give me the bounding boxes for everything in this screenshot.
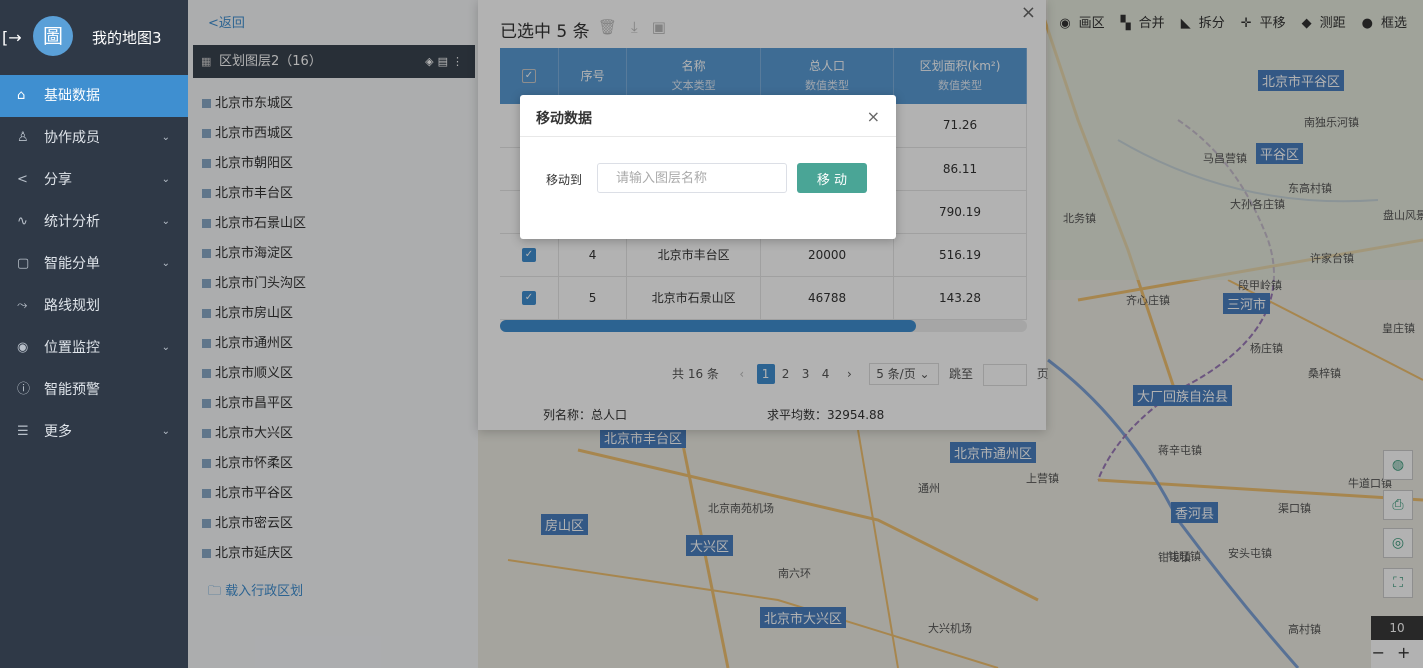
move-button[interactable]: 移 动 — [797, 163, 867, 193]
nav-label: 智能分单 — [44, 256, 100, 272]
chevron-down-icon: ⌄ — [161, 342, 170, 353]
nav-item-0[interactable]: ⌂ 基础数据 — [0, 75, 188, 117]
nav-item-3[interactable]: ∿ 统计分析 ⌄ — [0, 201, 188, 243]
nav-item-5[interactable]: ⤳ 路线规划 — [0, 285, 188, 327]
nav-icon: ⤳ — [17, 298, 28, 313]
close-icon[interactable]: × — [867, 107, 880, 126]
layer-name-input[interactable] — [597, 163, 787, 193]
nav-label: 分享 — [44, 172, 72, 188]
nav-icon: ♙ — [17, 130, 29, 145]
nav-icon: ▢ — [17, 256, 30, 271]
nav-icon: ◉ — [17, 340, 29, 355]
chevron-down-icon: ⌄ — [161, 132, 170, 143]
move-dialog-title: 移动数据 — [536, 111, 592, 127]
nav-header: [→ 圖 我的地图3 — [0, 0, 188, 75]
app-title: 我的地图3 — [92, 29, 162, 47]
nav-label: 协作成员 — [44, 130, 100, 146]
app-logo: 圖 — [33, 16, 73, 56]
chevron-down-icon: ⌄ — [161, 174, 170, 185]
nav-icon: ⌂ — [17, 88, 26, 103]
nav-item-8[interactable]: ☰ 更多 ⌄ — [0, 411, 188, 453]
nav-item-4[interactable]: ▢ 智能分单 ⌄ — [0, 243, 188, 285]
nav-icon: < — [17, 172, 28, 187]
nav-item-6[interactable]: ◉ 位置监控 ⌄ — [0, 327, 188, 369]
exit-icon[interactable]: [→ — [2, 28, 22, 47]
nav-item-2[interactable]: < 分享 ⌄ — [0, 159, 188, 201]
chevron-down-icon: ⌄ — [161, 216, 170, 227]
nav-item-7[interactable]: ⓘ 智能预警 — [0, 369, 188, 411]
nav-icon: ∿ — [17, 214, 28, 229]
nav-items: ⌂ 基础数据 ♙ 协作成员 ⌄ < 分享 ⌄ ∿ 统计分析 ⌄ ▢ 智能分单 ⌄ ⤳ 路线规划 ◉ 位置监控 ⌄ ⓘ 智… — [0, 75, 188, 453]
nav-label: 路线规划 — [44, 298, 100, 314]
move-dialog-header: 移动数据 × — [520, 95, 896, 137]
nav-label: 位置监控 — [44, 340, 100, 356]
nav-label: 更多 — [44, 424, 72, 440]
nav-icon: ☰ — [17, 424, 29, 439]
nav-icon: ⓘ — [17, 382, 31, 397]
left-nav: [→ 圖 我的地图3 ⌂ 基础数据 ♙ 协作成员 ⌄ < 分享 ⌄ ∿ 统计分析 ⌄ ▢ 智能分单 ⌄ ⤳ 路… — [0, 0, 188, 668]
nav-label: 统计分析 — [44, 214, 100, 230]
nav-label: 智能预警 — [44, 382, 100, 398]
chevron-down-icon: ⌄ — [161, 258, 170, 269]
move-to-label: 移动到 — [546, 173, 583, 187]
nav-label: 基础数据 — [44, 88, 100, 104]
move-data-dialog: 移动数据 × 移动到 移 动 — [520, 95, 896, 239]
chevron-down-icon: ⌄ — [161, 426, 170, 437]
nav-item-1[interactable]: ♙ 协作成员 ⌄ — [0, 117, 188, 159]
